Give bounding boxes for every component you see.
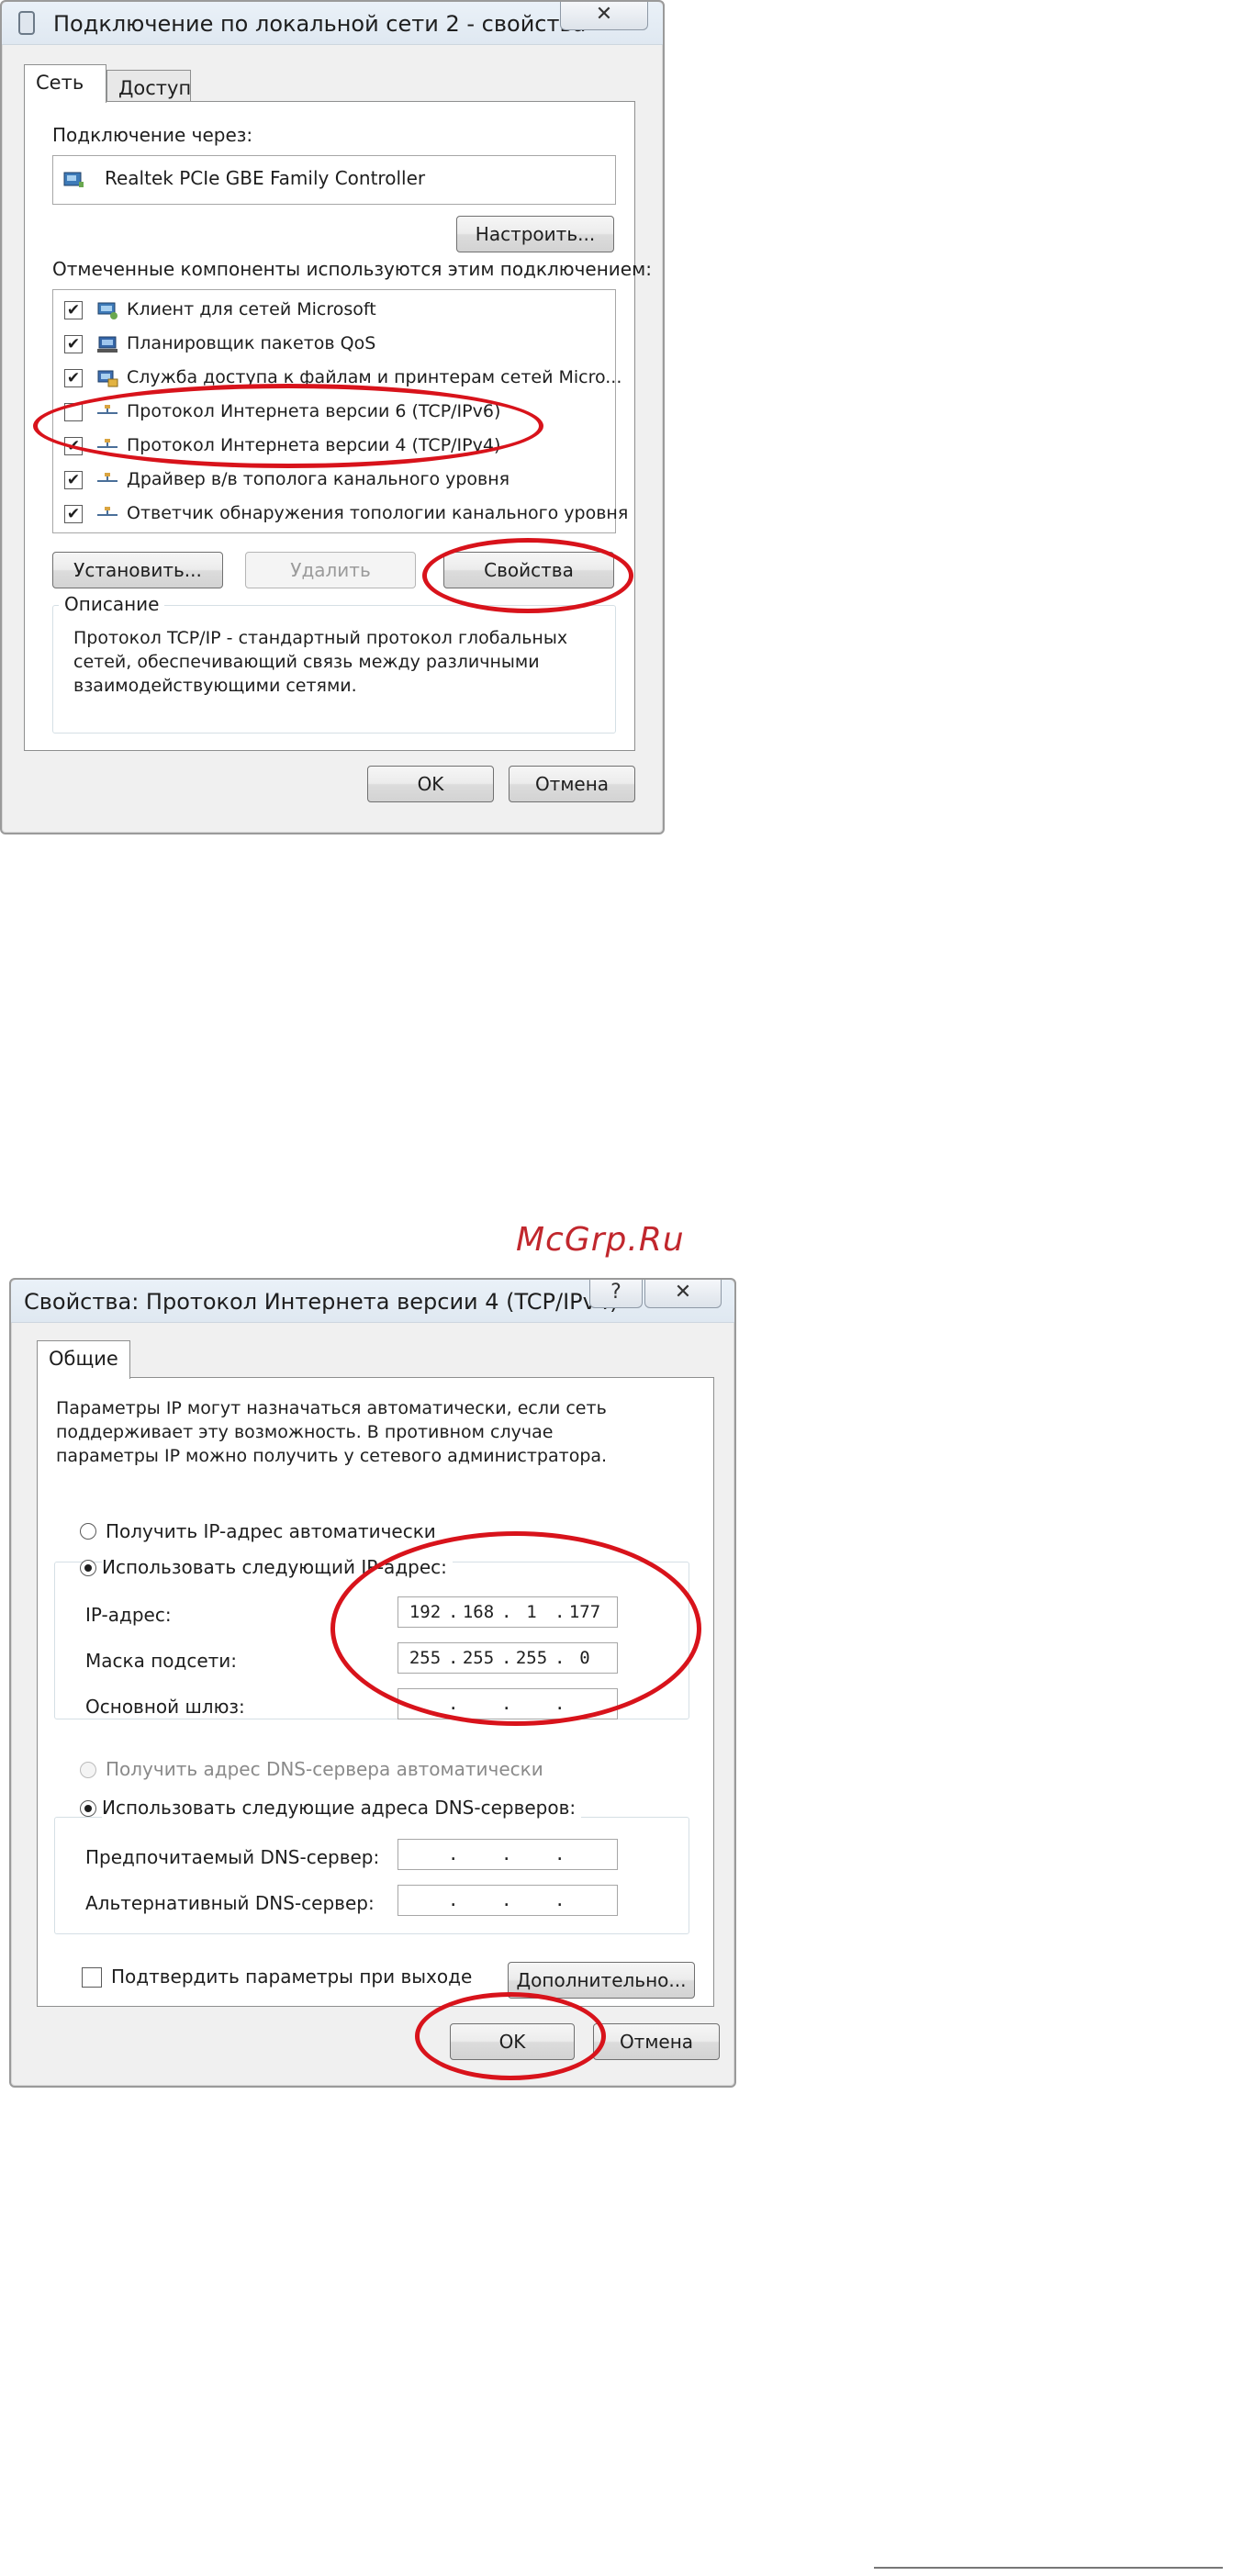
description-title: Описание [59,593,165,615]
dialog-title: Подключение по локальной сети 2 - свойст… [53,11,587,37]
component-row[interactable]: ✔ Клиент для сетей Microsoft [53,294,615,328]
network-adapter-icon [62,169,84,189]
dns-group [54,1817,689,1934]
cancel-button-label: Отмена [534,773,610,795]
preferred-dns-input[interactable]: . . . [398,1839,618,1870]
component-row[interactable]: ✔ Планировщик пакетов QoS [53,328,615,362]
gateway-label: Основной шлюз: [85,1696,245,1718]
close-icon: ✕ [674,1281,692,1304]
ip-address-label: IP-адрес: [85,1604,172,1626]
component-label: Планировщик пакетов QoS [127,333,376,353]
dialog-titlebar: Подключение по локальной сети 2 - свойст… [2,2,663,45]
cancel-button[interactable]: Отмена [509,766,635,802]
ok-button-label: OK [417,773,444,795]
component-row[interactable]: ✔ Ответчик обнаружения топологии канально… [53,498,628,532]
highlight-properties-button [422,538,633,613]
validate-settings-checkbox[interactable] [82,1967,102,1988]
auto-dns-radio[interactable] [80,1762,96,1778]
close-button[interactable]: ✕ [560,2,648,30]
ip-dot: . [448,1890,459,1910]
cancel-button-label: Отмена [619,2031,694,2053]
intro-text: Параметры IP могут назначаться автоматич… [56,1398,608,1466]
qos-scheduler-icon [95,334,119,354]
auto-ip-radio[interactable] [80,1523,96,1540]
manual-ip-radio[interactable] [80,1560,96,1576]
alternate-dns-input[interactable]: . . . [398,1885,618,1916]
ip-dot: . [448,1844,459,1865]
component-checkbox[interactable]: ✔ [64,369,83,387]
auto-dns-label: Получить адрес DNS-сервера автоматически [106,1758,543,1780]
component-row[interactable]: ✔ Драйвер в/в тополога канального уровня [53,464,615,498]
watermark-text: McGrp.Ru [516,1221,685,1259]
protocol-icon [95,470,119,490]
protocol-icon [95,504,119,524]
tab-general-label: Общие [49,1348,118,1370]
ip-dot: . [554,1844,566,1865]
highlight-ok-button [415,1992,606,2080]
network-adapter-title-icon [18,11,35,35]
advanced-button-label: Дополнительно... [516,1969,687,1991]
tab-sharing[interactable]: Доступ [106,70,191,105]
subnet-mask-label: Маска подсети: [85,1650,238,1672]
component-checkbox[interactable]: ✔ [64,505,83,523]
bottom-rule [874,2567,1223,2569]
component-label: Клиент для сетей Microsoft [127,299,376,319]
configure-button[interactable]: Настроить... [456,216,614,252]
adapter-box: Realtek PCIe GBE Family Controller [52,155,616,205]
component-label: Ответчик обнаружения топологии канальног… [127,503,629,523]
component-checkbox[interactable]: ✔ [64,301,83,319]
ip-dot: . [554,1890,566,1910]
validate-settings-label: Подтвердить параметры при выходе [111,1966,473,1988]
cancel-button[interactable]: Отмена [593,2023,720,2060]
component-checkbox[interactable]: ✔ [64,335,83,353]
component-label: Служба доступа к файлам и принтерам сете… [127,367,622,387]
highlight-ip-fields [330,1531,701,1726]
close-icon: ✕ [595,3,613,26]
manual-dns-label: Использовать следующие адреса DNS-сервер… [102,1797,582,1819]
file-sharing-icon [95,368,119,388]
ip-dot: . [501,1890,512,1910]
component-label: Драйвер в/в тополога канального уровня [127,469,510,489]
alternate-dns-label: Альтернативный DNS-сервер: [85,1892,375,1914]
remove-button-label: Удалить [290,559,371,581]
component-checkbox[interactable]: ✔ [64,471,83,489]
connect-via-label: Подключение через: [52,124,253,146]
close-button[interactable]: ✕ [644,1280,722,1308]
dialog-title: Свойства: Протокол Интернета версии 4 (T… [24,1289,619,1315]
tab-network-label: Сеть [36,72,84,94]
manual-dns-radio[interactable] [80,1800,96,1817]
tab-sharing-label: Доступ [118,77,192,99]
tab-network[interactable]: Сеть [24,64,106,103]
dialog-titlebar: Свойства: Протокол Интернета версии 4 (T… [11,1280,734,1323]
highlight-ipv4-row [33,384,543,468]
auto-ip-label: Получить IP-адрес автоматически [106,1520,436,1542]
ok-button[interactable]: OK [367,766,494,802]
description-text: Протокол TCP/IP - стандартный протокол г… [73,628,568,696]
description-group: Описание Протокол TCP/IP - стандартный п… [52,593,616,734]
remove-button[interactable]: Удалить [245,552,416,588]
components-label: Отмеченные компоненты используются этим … [52,258,652,280]
preferred-dns-label: Предпочитаемый DNS-сервер: [85,1846,380,1868]
help-icon: ? [610,1281,622,1304]
adapter-name: Realtek PCIe GBE Family Controller [105,167,426,189]
install-button-label: Установить... [73,559,202,581]
install-button[interactable]: Установить... [52,552,223,588]
network-client-icon [95,300,119,320]
configure-button-label: Настроить... [475,223,596,245]
help-button[interactable]: ? [589,1280,643,1308]
ip-dot: . [501,1844,512,1865]
tab-general[interactable]: Общие [37,1340,130,1379]
